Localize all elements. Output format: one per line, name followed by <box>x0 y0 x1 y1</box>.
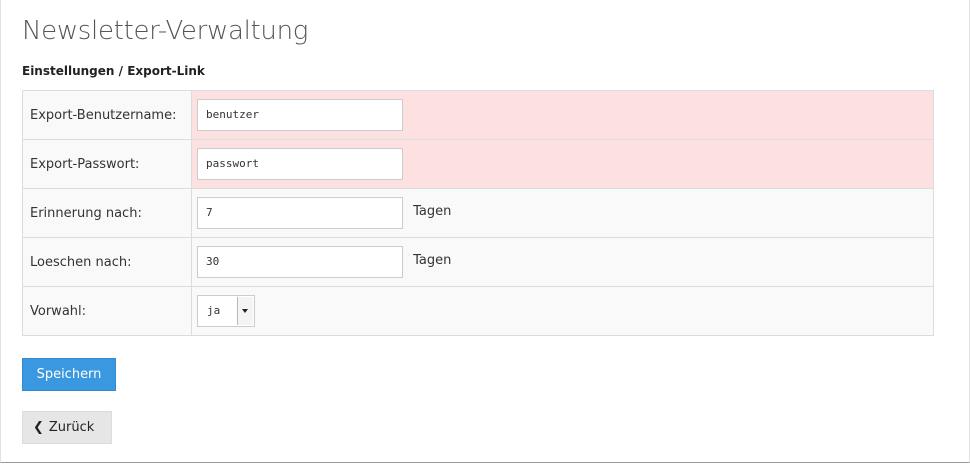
reminder-after-cell: 7 Tagen <box>191 188 934 238</box>
reminder-days-input[interactable]: 7 <box>197 197 403 229</box>
preselection-selected-value: ja <box>207 304 221 317</box>
export-password-input[interactable]: passwort <box>197 148 403 180</box>
export-password-cell: passwort <box>191 139 934 189</box>
save-button[interactable]: Speichern <box>22 358 116 391</box>
page-title: Newsletter-Verwaltung <box>22 16 309 46</box>
export-username-cell: benutzer <box>191 90 934 140</box>
preselection-label: Vorwahl: <box>22 286 192 336</box>
form-row-delete-after: Loeschen nach: 30 Tagen <box>22 237 934 287</box>
reminder-after-label: Erinnerung nach: <box>22 188 192 238</box>
preselection-cell: ja <box>191 286 934 336</box>
reminder-days-unit: Tagen <box>413 203 452 219</box>
section-title: Einstellungen / Export-Link <box>22 64 205 78</box>
form-row-preselection: Vorwahl: ja <box>22 286 934 336</box>
back-button[interactable]: ❮ Zurück <box>22 411 112 444</box>
back-button-label: Zurück <box>48 420 95 435</box>
delete-after-label: Loeschen nach: <box>22 237 192 287</box>
form-row-reminder-after: Erinnerung nach: 7 Tagen <box>22 188 934 238</box>
delete-after-cell: 30 Tagen <box>191 237 934 287</box>
newsletter-settings-page: Newsletter-Verwaltung Einstellungen / Ex… <box>0 0 970 463</box>
form-row-export-username: Export-Benutzername: benutzer <box>22 90 934 140</box>
delete-days-unit: Tagen <box>413 252 452 268</box>
settings-form-table: Export-Benutzername: benutzer Export-Pas… <box>22 90 934 336</box>
export-username-label: Export-Benutzername: <box>22 90 192 140</box>
preselection-select[interactable]: ja <box>197 295 255 327</box>
delete-days-input[interactable]: 30 <box>197 246 403 278</box>
form-row-export-password: Export-Passwort: passwort <box>22 139 934 189</box>
chevron-left-icon: ❮ <box>33 420 44 435</box>
dropdown-arrow-icon <box>237 297 253 325</box>
export-password-label: Export-Passwort: <box>22 139 192 189</box>
export-username-input[interactable]: benutzer <box>197 99 403 131</box>
